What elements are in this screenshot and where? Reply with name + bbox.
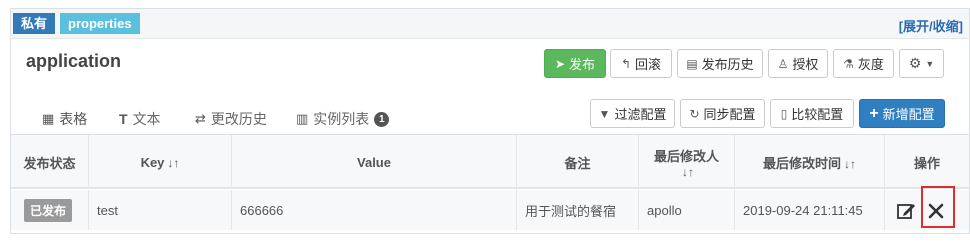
- namespace-title: application: [26, 51, 122, 71]
- tab-change-history[interactable]: ⇄ 更改历史: [195, 109, 267, 137]
- delete-highlight-box: [921, 186, 955, 228]
- send-icon: ➤: [554, 56, 566, 71]
- tab-text[interactable]: T 文本: [119, 109, 161, 137]
- rollback-label: 回滚: [635, 57, 662, 72]
- tab-instance-list-label: 实例列表: [313, 111, 370, 127]
- key-cell: test: [89, 190, 232, 230]
- publish-button[interactable]: ➤ 发布: [544, 49, 606, 78]
- instance-count-badge: 1: [374, 112, 390, 127]
- sync-config-button[interactable]: ↻ 同步配置: [680, 99, 765, 128]
- config-table: 发布状态 Key ↓↑ Value 备注 最后修改人 ↓↑ 最后修改时间 ↓↑ 操作…: [11, 134, 969, 230]
- column-header-value: Value: [232, 135, 517, 189]
- sync-config-label: 同步配置: [703, 107, 756, 122]
- tab-text-label: 文本: [132, 111, 161, 127]
- format-tag: properties: [60, 13, 140, 34]
- flask-icon: ⚗: [843, 56, 854, 71]
- user-icon: ♙: [777, 56, 789, 71]
- table-icon: ▦: [42, 111, 55, 126]
- caret-down-icon: ▼: [925, 58, 935, 69]
- filter-config-button[interactable]: ▼ 过滤配置: [590, 99, 675, 128]
- table-row: 已发布 test 666666 用于测试的餐宿 apollo 2019-09-2…: [11, 190, 969, 230]
- sort-icon: ↓↑: [682, 164, 694, 179]
- namespace-header-bar: 私有 properties [展开/收缩]: [11, 9, 969, 39]
- status-badge: 已发布: [24, 198, 73, 222]
- sort-icon: ↓↑: [844, 156, 856, 171]
- tab-table-label: 表格: [59, 111, 88, 127]
- gray-release-button[interactable]: ⚗ 灰度: [833, 49, 894, 78]
- column-header-key[interactable]: Key ↓↑: [89, 135, 232, 189]
- tab-instance-list[interactable]: ▥ 实例列表 1: [296, 109, 390, 137]
- namespace-panel: 私有 properties [展开/收缩] application ➤ 发布 ↰…: [10, 8, 970, 234]
- server-icon: ▥: [296, 111, 309, 126]
- table-header: 发布状态 Key ↓↑ Value 备注 最后修改人 ↓↑ 最后修改时间 ↓↑ 操作: [11, 135, 969, 189]
- publish-history-button[interactable]: ▤ 发布历史: [677, 49, 763, 78]
- column-header-actions: 操作: [913, 155, 940, 171]
- authorize-label: 授权: [792, 57, 819, 72]
- authorize-button[interactable]: ♙ 授权: [768, 49, 828, 78]
- column-header-modifier[interactable]: 最后修改人 ↓↑: [639, 135, 735, 189]
- publish-label: 发布: [569, 57, 596, 72]
- file-icon: ▯: [780, 106, 788, 121]
- gear-icon: ⚙: [908, 55, 922, 71]
- status-cell: 已发布: [11, 190, 89, 230]
- column-header-comment: 备注: [517, 135, 639, 189]
- value-cell: 666666: [232, 190, 517, 230]
- plus-icon: +: [869, 104, 879, 122]
- compare-config-button[interactable]: ▯ 比较配置: [770, 99, 854, 128]
- text-icon: T: [119, 111, 128, 127]
- sort-icon: ↓↑: [167, 155, 180, 170]
- filter-icon: ▼: [598, 106, 611, 121]
- tab-table[interactable]: ▦ 表格: [26, 109, 100, 137]
- refresh-icon: ↻: [689, 106, 700, 121]
- filter-config-label: 过滤配置: [614, 107, 667, 122]
- settings-dropdown-button[interactable]: ⚙ ▼: [899, 49, 944, 78]
- rollback-icon: ↰: [620, 56, 632, 71]
- expand-collapse-link[interactable]: [展开/收缩]: [899, 16, 963, 35]
- column-header-status: 发布状态: [11, 135, 89, 189]
- gray-release-label: 灰度: [857, 57, 884, 72]
- calendar-icon: ▤: [686, 56, 698, 71]
- compare-config-label: 比较配置: [791, 107, 844, 122]
- comment-cell: 用于测试的餐宿: [517, 190, 639, 230]
- exchange-icon: ⇄: [195, 111, 206, 126]
- edit-icon[interactable]: [895, 200, 917, 222]
- publish-history-label: 发布历史: [701, 57, 754, 72]
- add-config-button[interactable]: + 新增配置: [859, 99, 945, 128]
- private-tag: 私有: [13, 13, 56, 34]
- rollback-button[interactable]: ↰ 回滚: [610, 49, 672, 78]
- modifier-cell: apollo: [639, 190, 735, 230]
- column-header-modified-time[interactable]: 最后修改时间 ↓↑: [735, 135, 885, 189]
- add-config-label: 新增配置: [882, 107, 935, 122]
- tab-change-history-label: 更改历史: [210, 111, 267, 127]
- modified-time-cell: 2019-09-24 21:11:45: [735, 190, 885, 230]
